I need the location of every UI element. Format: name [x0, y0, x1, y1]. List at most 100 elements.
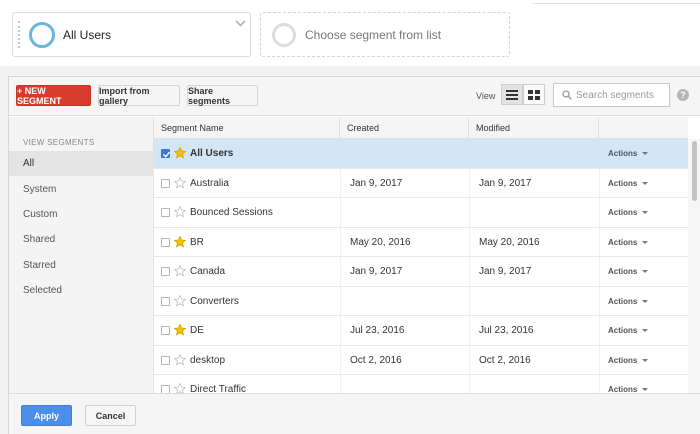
caret-down-icon: [642, 211, 649, 214]
row-checkbox[interactable]: [161, 237, 170, 247]
row-checkbox[interactable]: [161, 208, 170, 217]
sidebar-item-system[interactable]: System: [9, 177, 154, 202]
actions-dropdown[interactable]: Actions: [608, 149, 649, 158]
cancel-button[interactable]: Cancel: [85, 405, 136, 426]
star-icon[interactable]: [174, 147, 186, 159]
column-header-modified[interactable]: Modified: [469, 117, 599, 139]
check-icon: [162, 151, 171, 158]
list-icon: [506, 89, 518, 100]
row-checkbox[interactable]: [161, 326, 170, 335]
footer: Apply Cancel: [9, 393, 700, 434]
row-checkbox[interactable]: [161, 355, 170, 365]
star-icon[interactable]: [174, 176, 186, 189]
help-icon[interactable]: ?: [677, 89, 689, 101]
actions-label: Actions: [608, 149, 638, 158]
actions-dropdown[interactable]: Actions: [608, 385, 649, 393]
table-row[interactable]: Direct Traffic Actions: [154, 375, 688, 393]
table-row[interactable]: Australia Jan 9, 2017 Jan 9, 2017 Actions: [154, 169, 688, 198]
list-view-button[interactable]: [501, 84, 523, 105]
actions-label: Actions: [608, 385, 638, 393]
actions-label: Actions: [608, 355, 638, 365]
sidebar-item-all[interactable]: All: [9, 151, 154, 176]
empty-ring-icon: [272, 22, 296, 47]
search-input[interactable]: [576, 89, 666, 101]
table-row[interactable]: BR May 20, 2016 May 20, 2016 Actions: [154, 228, 688, 257]
new-segment-button[interactable]: + NEW SEGMENT: [16, 85, 91, 106]
actions-dropdown[interactable]: Actions: [608, 267, 649, 276]
modified-date: Jul 23, 2016: [479, 325, 534, 336]
star-icon[interactable]: [174, 294, 186, 307]
import-gallery-button[interactable]: Import from gallery: [98, 85, 180, 106]
segment-name: BR: [190, 236, 204, 248]
modified-date: Jan 9, 2017: [479, 177, 532, 189]
sidebar-item-starred[interactable]: Starred: [9, 253, 154, 278]
grid-view-button[interactable]: [523, 84, 545, 105]
active-segment-label: All Users: [63, 27, 112, 42]
modified-date: May 20, 2016: [479, 236, 540, 248]
view-label: View: [476, 91, 496, 101]
share-segments-button[interactable]: Share segments: [187, 85, 258, 106]
table-row[interactable]: Converters Actions: [154, 287, 688, 316]
sidebar-item-shared[interactable]: Shared: [9, 227, 154, 252]
caret-down-icon: [642, 388, 649, 391]
created-date: Jan 9, 2017: [350, 266, 403, 277]
star-icon[interactable]: [174, 324, 186, 336]
star-icon[interactable]: [174, 353, 186, 366]
caret-down-icon: [642, 240, 649, 244]
grid-icon: [528, 89, 540, 100]
star-icon[interactable]: [174, 206, 186, 218]
actions-label: Actions: [608, 237, 638, 247]
modified-date: Oct 2, 2016: [479, 354, 531, 366]
actions-label: Actions: [608, 267, 638, 276]
row-checkbox[interactable]: [161, 267, 170, 276]
segment-picker-panel: + NEW SEGMENT Import from gallery Share …: [8, 76, 700, 434]
segment-name: Direct Traffic: [190, 384, 246, 393]
table-row[interactable]: DE Jul 23, 2016 Jul 23, 2016 Actions: [154, 316, 688, 346]
empty-segment-label: Choose segment from list: [305, 27, 442, 42]
column-header-created[interactable]: Created: [340, 117, 469, 139]
sidebar-item-custom[interactable]: Custom: [9, 202, 154, 227]
empty-segment-slot[interactable]: Choose segment from list: [260, 12, 510, 57]
apply-button[interactable]: Apply: [21, 405, 72, 426]
actions-label: Actions: [608, 208, 638, 217]
segment-name: desktop: [190, 354, 226, 366]
row-checkbox[interactable]: [161, 385, 170, 393]
actions-label: Actions: [608, 296, 638, 306]
star-icon[interactable]: [174, 265, 186, 277]
row-checkbox[interactable]: [161, 178, 170, 188]
created-date: Oct 2, 2016: [350, 354, 402, 366]
active-segment-pill[interactable]: All Users: [12, 12, 251, 57]
created-date: Jul 23, 2016: [350, 325, 405, 336]
actions-dropdown[interactable]: Actions: [608, 178, 649, 188]
actions-dropdown[interactable]: Actions: [608, 326, 649, 335]
drag-handle-icon[interactable]: [18, 21, 23, 48]
table-row[interactable]: All Users Actions: [154, 139, 688, 169]
column-header-name[interactable]: Segment Name: [154, 117, 340, 139]
caret-down-icon: [642, 358, 649, 362]
toolbar: + NEW SEGMENT Import from gallery Share …: [9, 77, 700, 116]
segment-name: All Users: [190, 148, 234, 159]
search-box[interactable]: [553, 83, 670, 107]
row-checkbox[interactable]: [161, 149, 171, 158]
caret-down-icon: [642, 299, 649, 303]
actions-dropdown[interactable]: Actions: [608, 355, 649, 365]
scrollbar-thumb[interactable]: [692, 141, 697, 201]
actions-label: Actions: [608, 178, 638, 188]
actions-dropdown[interactable]: Actions: [608, 296, 649, 306]
sidebar-item-selected[interactable]: Selected: [9, 278, 154, 303]
segment-name: Canada: [190, 266, 226, 277]
scrollbar[interactable]: [688, 139, 700, 393]
star-icon[interactable]: [174, 235, 186, 248]
table-row[interactable]: Bounced Sessions Actions: [154, 198, 688, 228]
row-checkbox[interactable]: [161, 296, 170, 306]
chevron-down-icon[interactable]: [235, 18, 246, 29]
actions-dropdown[interactable]: Actions: [608, 237, 649, 247]
actions-dropdown[interactable]: Actions: [608, 208, 649, 217]
segment-bar: All Users Choose segment from list: [0, 0, 700, 66]
table-row[interactable]: desktop Oct 2, 2016 Oct 2, 2016 Actions: [154, 346, 688, 375]
segment-name: Australia: [190, 177, 229, 189]
modified-date: Jan 9, 2017: [479, 266, 532, 277]
segment-name: DE: [190, 325, 204, 336]
table-row[interactable]: Canada Jan 9, 2017 Jan 9, 2017 Actions: [154, 257, 688, 287]
star-icon[interactable]: [174, 383, 186, 393]
